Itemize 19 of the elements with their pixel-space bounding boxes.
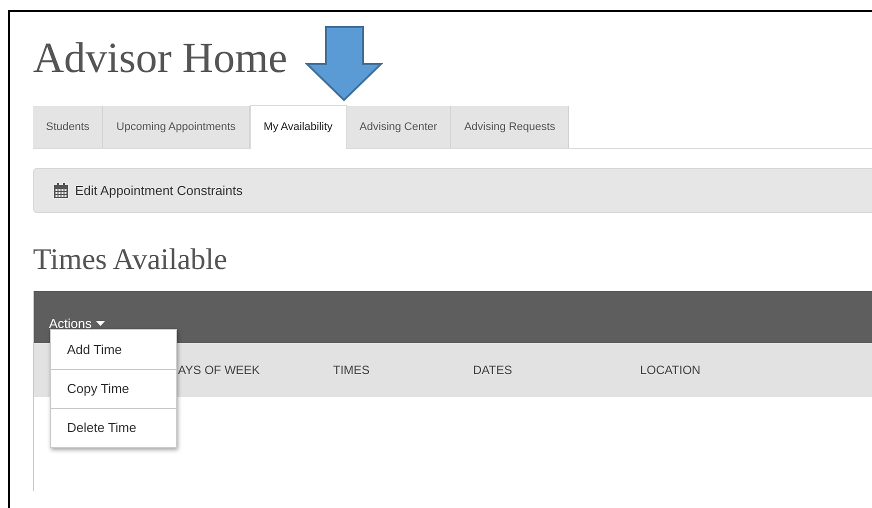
column-header: LOCATION (640, 362, 702, 379)
menu-item[interactable]: Add Time (51, 330, 176, 369)
column-header: TIMES (333, 362, 371, 379)
actions-dropdown[interactable]: Actions (49, 314, 105, 333)
tab[interactable]: Students (33, 106, 104, 148)
calendar-icon (54, 183, 68, 198)
tab[interactable]: Upcoming Appointments (103, 106, 250, 148)
caret-icon (96, 320, 105, 326)
column-header: AYS OF WEEK (178, 362, 261, 379)
menu-item[interactable]: Copy Time (51, 369, 176, 408)
section-title: Times Available (33, 245, 228, 275)
tab[interactable]: Advising Center (346, 106, 452, 148)
edit-constraints-button[interactable]: Edit Appointment Constraints (54, 180, 243, 200)
tab[interactable]: My Availability (250, 105, 347, 149)
page-title: Advisor Home (33, 36, 288, 80)
tab[interactable]: Advising Requests (451, 106, 570, 148)
column-header: DATES (473, 362, 514, 379)
menu-item[interactable]: Delete Time (51, 408, 176, 447)
down-arrow-icon (305, 26, 384, 102)
